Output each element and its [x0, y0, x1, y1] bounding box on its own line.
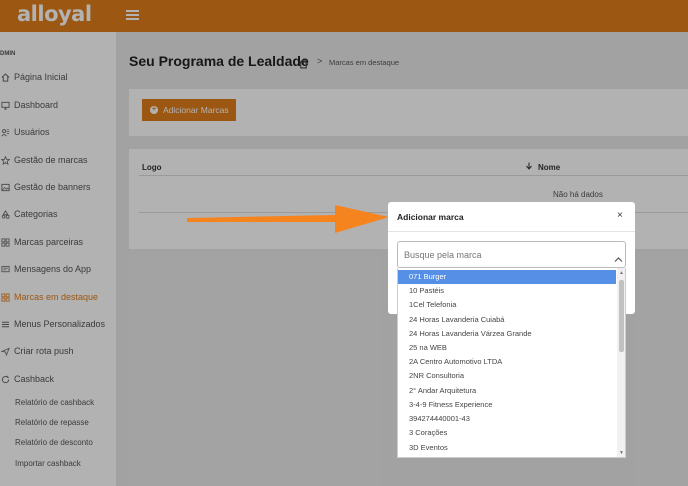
scroll-down-icon[interactable]: ▼ [619, 450, 624, 456]
option-item[interactable]: 394274440001-43 [398, 412, 616, 426]
option-item[interactable]: 25 na WEB [398, 341, 616, 355]
option-item[interactable]: 24 Horas Lavanderia Várzea Grande [398, 327, 616, 341]
scrollbar-thumb[interactable] [619, 280, 624, 352]
close-icon[interactable]: × [617, 210, 623, 221]
option-item[interactable]: 3-4-9 Fitness Experience [398, 398, 616, 412]
annotation-arrow [187, 205, 389, 233]
option-item[interactable]: 10 Pastéis [398, 284, 616, 298]
option-item[interactable]: 2NR Consultoria [398, 369, 616, 383]
option-item[interactable]: 071 Burger [398, 270, 616, 284]
scrollbar[interactable]: ▲ ▼ [617, 268, 625, 457]
scroll-up-icon[interactable]: ▲ [619, 270, 624, 276]
modal-title: Adicionar marca [397, 212, 464, 222]
option-item[interactable]: 2° Andar Arquitetura [398, 384, 616, 398]
option-item[interactable]: 3 Corações [398, 426, 616, 440]
option-item[interactable]: 1Cel Telefonia [398, 298, 616, 312]
brand-search-select[interactable] [397, 241, 626, 268]
option-item[interactable]: 24 Horas Lavanderia Cuiabá [398, 313, 616, 327]
option-item[interactable]: 2A Centro Automotivo LTDA [398, 355, 616, 369]
divider [388, 231, 635, 232]
brand-options-list: 071 Burger 10 Pastéis 1Cel Telefonia 24 … [397, 268, 626, 458]
brand-search-input[interactable] [404, 250, 604, 260]
chevron-up-icon[interactable] [614, 250, 623, 268]
option-item[interactable]: 3D Eventos [398, 441, 616, 455]
